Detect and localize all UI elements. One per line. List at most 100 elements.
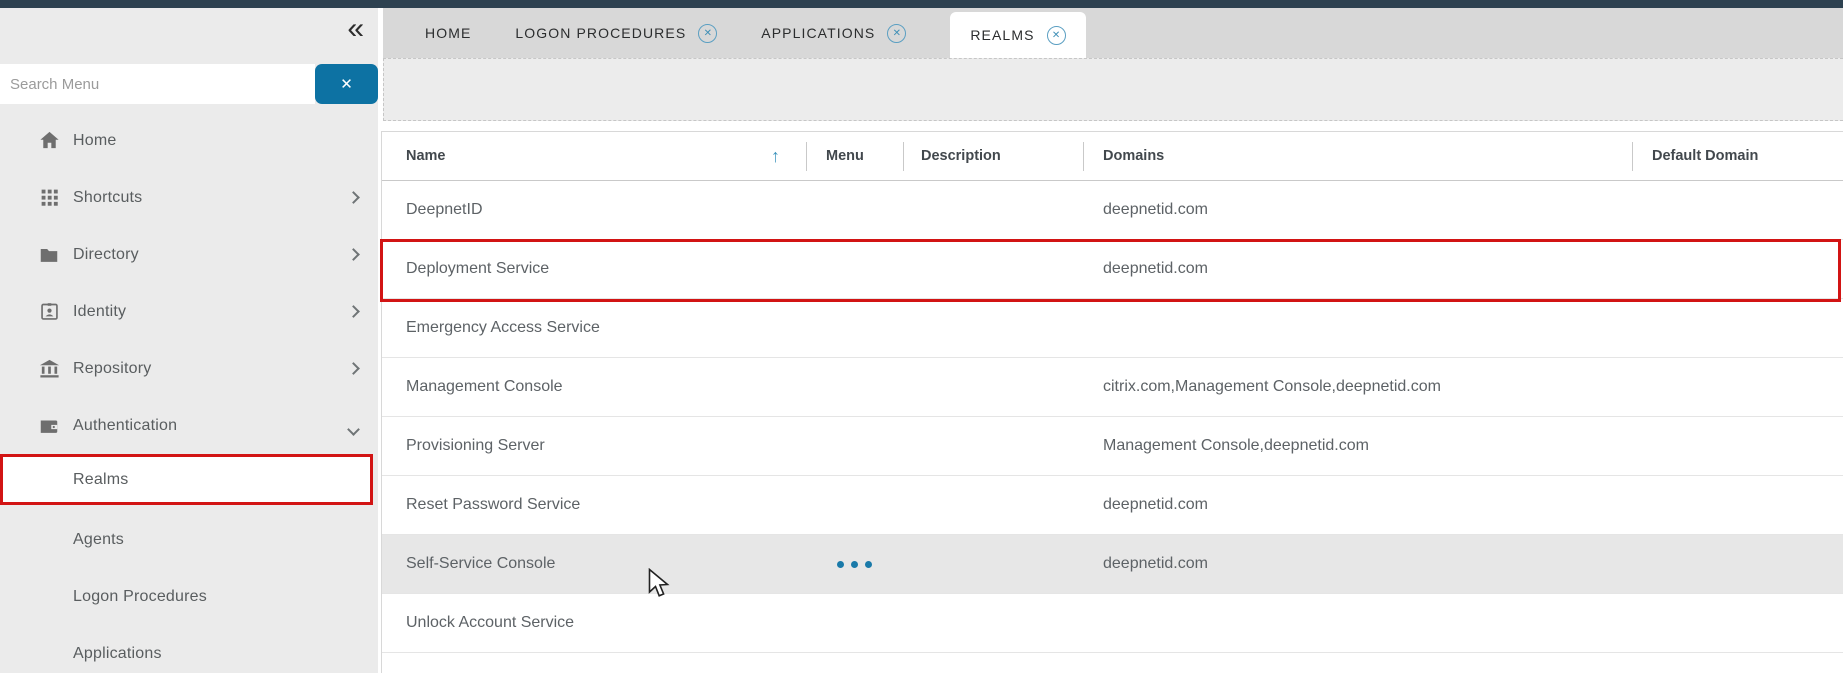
sidebar-item-repository[interactable]: Repository (0, 340, 378, 397)
cell-default-domain (1632, 417, 1843, 475)
column-label: Domains (1103, 148, 1164, 164)
close-icon: ✕ (340, 75, 353, 93)
cell-domains: deepnetid.com (1083, 535, 1632, 593)
table-row[interactable]: Emergency Access Service (382, 299, 1843, 358)
table-row[interactable]: Reset Password Service deepnetid.com (382, 476, 1843, 535)
sidebar-item-identity[interactable]: Identity (0, 283, 378, 340)
sidebar-item-label: Directory (73, 246, 139, 264)
sidebar-item-label: Authentication (73, 417, 177, 435)
bank-icon (37, 357, 61, 381)
cell-description (903, 535, 1083, 593)
cell-menu (806, 181, 903, 239)
sidebar-item-authentication[interactable]: Authentication (0, 397, 378, 454)
cell-default-domain (1632, 358, 1843, 416)
collapse-sidebar-icon[interactable]: « (347, 12, 362, 46)
search-input[interactable] (0, 64, 315, 104)
sidebar-item-applications[interactable]: Applications (0, 625, 378, 673)
sidebar-item-label: Repository (73, 360, 151, 378)
table-row[interactable]: Unlock Account Service (382, 594, 1843, 653)
grid-icon (37, 186, 61, 210)
tab-label: REALMS (970, 27, 1034, 43)
column-header-default-domain[interactable]: Default Domain (1632, 132, 1843, 180)
table-row[interactable]: Deployment Service deepnetid.com (382, 240, 1843, 299)
cell-description (903, 299, 1083, 357)
cell-domains: deepnetid.com (1083, 476, 1632, 534)
table-row[interactable]: Provisioning Server Management Console,de… (382, 417, 1843, 476)
cell-default-domain (1632, 181, 1843, 239)
realms-table: Name ↑ Menu Description Domains Default … (381, 131, 1843, 673)
table-header-row: Name ↑ Menu Description Domains Default … (382, 132, 1843, 181)
cell-default-domain (1632, 299, 1843, 357)
tab-realms[interactable]: REALMS ✕ (950, 12, 1085, 58)
cell-domains: deepnetid.com (1083, 181, 1632, 239)
cell-menu (806, 535, 903, 593)
sidebar-item-label: Agents (73, 531, 124, 549)
cell-description (903, 240, 1083, 298)
table-row[interactable]: DeepnetIDdeepnetid.com (382, 181, 1843, 240)
tab-label: HOME (425, 25, 471, 41)
chevron-down-icon (347, 423, 360, 436)
tab-label: APPLICATIONS (761, 25, 875, 41)
column-label: Menu (826, 148, 864, 164)
sidebar-item-home[interactable]: Home (0, 112, 378, 169)
cell-name: Provisioning Server (382, 417, 806, 475)
table-row[interactable]: Self-Service Consoledeepnetid.com (382, 535, 1843, 594)
cell-name: Reset Password Service (382, 476, 806, 534)
top-bar (0, 0, 1843, 8)
tab-bar: HOME LOGON PROCEDURES ✕ APPLICATIONS ✕ R… (383, 8, 1843, 58)
close-tab-icon[interactable]: ✕ (1047, 26, 1066, 45)
column-header-menu[interactable]: Menu (806, 132, 903, 180)
close-tab-icon[interactable]: ✕ (887, 24, 906, 43)
sidebar: « ✕ Home Shortcuts Directory Identity Reposi… (0, 8, 378, 673)
sidebar-item-label: Applications (73, 645, 162, 663)
sidebar-header: « (0, 8, 378, 56)
sidebar-item-label: Shortcuts (73, 189, 142, 207)
sidebar-item-label: Realms (73, 471, 128, 489)
cell-menu (806, 476, 903, 534)
column-label: Description (921, 148, 1001, 164)
table-row[interactable]: Management Consolecitrix.com,Management … (382, 358, 1843, 417)
home-icon (37, 129, 61, 153)
sidebar-item-agents[interactable]: Agents (0, 511, 378, 568)
table-body: DeepnetIDdeepnetid.comDeployment Service… (382, 181, 1843, 653)
tab-applications[interactable]: APPLICATIONS ✕ (761, 8, 906, 58)
sidebar-item-label: Identity (73, 303, 126, 321)
cell-domains: deepnetid.com (1083, 240, 1632, 298)
cell-menu (806, 594, 903, 652)
cell-name: Emergency Access Service (382, 299, 806, 357)
sort-ascending-icon[interactable]: ↑ (771, 146, 780, 167)
cell-domains: citrix.com,Management Console,deepnetid.… (1083, 358, 1632, 416)
column-header-name[interactable]: Name ↑ (382, 132, 806, 180)
dot (837, 561, 844, 568)
folder-icon (37, 243, 61, 267)
row-menu-dots-icon[interactable] (831, 555, 878, 574)
cell-default-domain (1632, 535, 1843, 593)
cell-description (903, 594, 1083, 652)
sidebar-item-shortcuts[interactable]: Shortcuts (0, 169, 378, 226)
dot (851, 561, 858, 568)
cell-name: Deployment Service (382, 240, 806, 298)
close-tab-icon[interactable]: ✕ (698, 24, 717, 43)
sidebar-search: ✕ (0, 64, 378, 104)
search-clear-button[interactable]: ✕ (315, 64, 378, 104)
cell-menu (806, 299, 903, 357)
column-header-description[interactable]: Description (903, 132, 1083, 180)
column-header-domains[interactable]: Domains (1083, 132, 1632, 180)
tab-home[interactable]: HOME (425, 8, 471, 58)
cell-domains: Management Console,deepnetid.com (1083, 417, 1632, 475)
cell-domains (1083, 594, 1632, 652)
cell-name: Unlock Account Service (382, 594, 806, 652)
cell-menu (806, 240, 903, 298)
dot (865, 561, 872, 568)
sidebar-item-realms[interactable]: Realms (0, 454, 373, 505)
chevron-right-icon (347, 191, 360, 204)
tab-label: LOGON PROCEDURES (515, 25, 686, 41)
cell-domains (1083, 299, 1632, 357)
sidebar-item-logon-procedures[interactable]: Logon Procedures (0, 568, 378, 625)
tab-logon-procedures[interactable]: LOGON PROCEDURES ✕ (515, 8, 717, 58)
sidebar-item-directory[interactable]: Directory (0, 226, 378, 283)
cell-description (903, 476, 1083, 534)
cell-default-domain (1632, 476, 1843, 534)
cell-default-domain (1632, 240, 1843, 298)
sidebar-item-label: Home (73, 132, 116, 150)
